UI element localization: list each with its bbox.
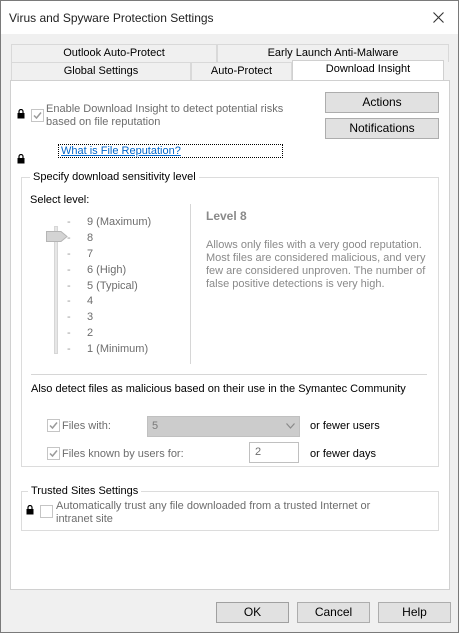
- tab-label: Early Launch Anti-Malware: [267, 47, 399, 59]
- actions-button[interactable]: Actions: [325, 92, 439, 113]
- slider-tick: -: [67, 232, 71, 244]
- sensitivity-group-title: Specify download sensitivity level: [30, 171, 199, 183]
- slider-tick: -: [67, 295, 71, 307]
- sensitivity-slider-track[interactable]: [54, 226, 58, 354]
- lock-icon: [17, 154, 25, 164]
- section-divider: [31, 374, 427, 375]
- checkmark-icon: [49, 422, 58, 430]
- level-option[interactable]: 2: [87, 327, 93, 339]
- fewer-days-label: or fewer days: [310, 448, 377, 460]
- community-heading: Also detect files as malicious based on …: [31, 383, 406, 395]
- tab-download-insight[interactable]: Download Insight: [292, 60, 444, 80]
- help-button[interactable]: Help: [378, 602, 451, 623]
- slider-tick: -: [67, 264, 71, 276]
- tab-global-settings[interactable]: Global Settings: [11, 62, 191, 80]
- slider-tick: -: [67, 248, 71, 260]
- level-option[interactable]: 9 (Maximum): [87, 216, 151, 228]
- files-known-label: Files known by users for:: [62, 448, 184, 460]
- level-option[interactable]: 6 (High): [87, 264, 126, 276]
- fewer-users-label: or fewer users: [310, 420, 380, 432]
- files-with-label: Files with:: [62, 420, 111, 432]
- slider-tick: -: [67, 280, 71, 292]
- close-button[interactable]: [424, 5, 452, 29]
- slider-tick: -: [67, 343, 71, 355]
- tab-label: Outlook Auto-Protect: [63, 47, 165, 59]
- tab-label: Auto-Protect: [210, 65, 273, 77]
- files-with-dropdown[interactable]: 5: [147, 416, 300, 437]
- cancel-button[interactable]: Cancel: [297, 602, 370, 623]
- ok-button[interactable]: OK: [216, 602, 289, 623]
- chevron-down-icon: [286, 423, 295, 429]
- files-known-checkbox[interactable]: [47, 447, 60, 460]
- level-option[interactable]: 8: [87, 232, 93, 244]
- slider-tick: -: [67, 311, 71, 323]
- enable-download-insight-label: Enable Download Insight to detect potent…: [46, 103, 284, 115]
- level-option[interactable]: 7: [87, 248, 93, 260]
- window-title: Virus and Spyware Protection Settings: [9, 11, 214, 25]
- level-title: Level 8: [206, 209, 247, 223]
- level-option[interactable]: 4: [87, 295, 93, 307]
- trusted-sites-group-title: Trusted Sites Settings: [28, 485, 142, 497]
- trusted-sites-label-cont: intranet site: [56, 513, 113, 525]
- file-reputation-link[interactable]: What is File Reputation?: [58, 144, 283, 158]
- files-known-days-input[interactable]: 2: [249, 442, 299, 463]
- files-with-checkbox[interactable]: [47, 419, 60, 432]
- title-bar: Virus and Spyware Protection Settings: [1, 1, 458, 34]
- enable-download-insight-label-cont: based on file reputation: [46, 116, 161, 128]
- level-option[interactable]: 5 (Typical): [87, 280, 138, 292]
- tab-label: Global Settings: [63, 65, 139, 77]
- lock-icon: [17, 109, 25, 119]
- slider-tick: -: [67, 327, 71, 339]
- sensitivity-slider-thumb[interactable]: [46, 231, 68, 242]
- level-description: Allows only files with a very good reput…: [206, 239, 426, 290]
- tab-outlook-auto-protect[interactable]: Outlook Auto-Protect: [11, 44, 217, 62]
- slider-tick: -: [67, 216, 71, 228]
- notifications-button[interactable]: Notifications: [325, 118, 439, 139]
- level-divider: [190, 204, 191, 364]
- tab-label: Download Insight: [325, 63, 411, 75]
- lock-icon: [26, 505, 34, 515]
- enable-download-insight-checkbox[interactable]: [31, 109, 44, 122]
- trusted-sites-checkbox[interactable]: [40, 505, 53, 518]
- checkmark-icon: [49, 450, 58, 458]
- settings-dialog: Virus and Spyware Protection Settings Ou…: [0, 0, 459, 633]
- trusted-sites-label: Automatically trust any file downloaded …: [56, 500, 371, 512]
- close-icon: [432, 11, 444, 23]
- checkmark-icon: [33, 112, 42, 120]
- level-option[interactable]: 1 (Minimum): [87, 343, 148, 355]
- select-level-label: Select level:: [30, 194, 90, 206]
- files-with-value: 5: [152, 420, 159, 432]
- level-option[interactable]: 3: [87, 311, 93, 323]
- tab-auto-protect[interactable]: Auto-Protect: [191, 62, 292, 80]
